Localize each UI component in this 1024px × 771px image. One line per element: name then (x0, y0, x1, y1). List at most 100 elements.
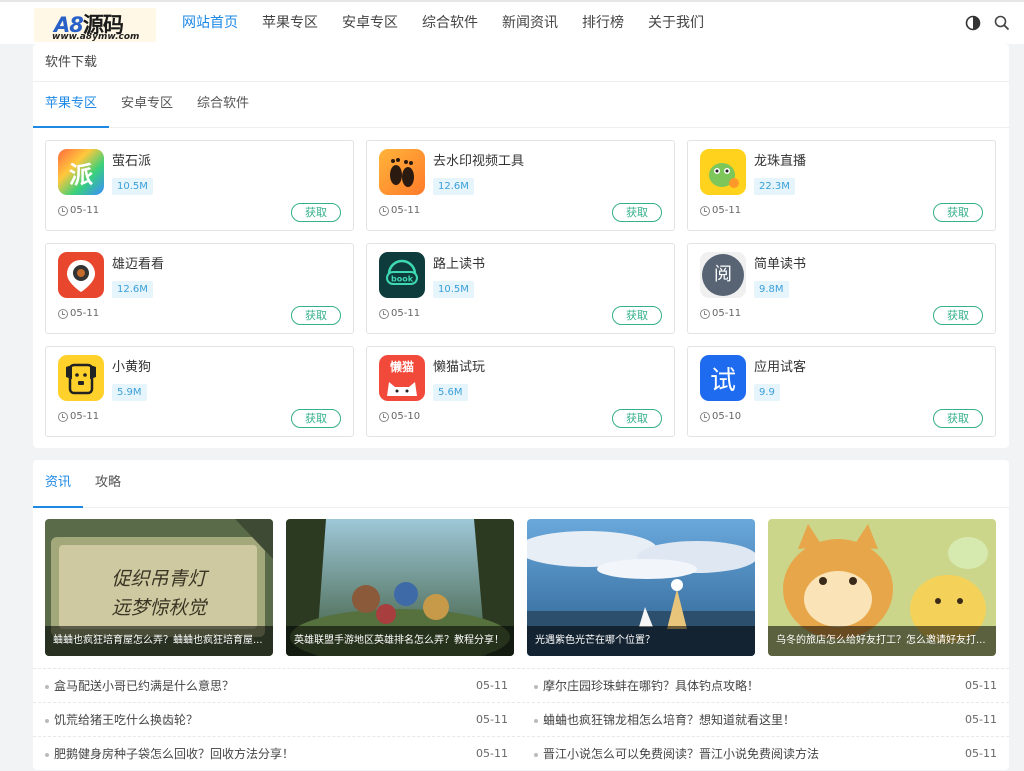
contrast-icon[interactable] (965, 15, 981, 31)
list-item[interactable]: 肥鹅健身房种子袋怎么回收？回收方法分享！ 05-11 (33, 736, 520, 770)
news-date: 05-11 (965, 713, 997, 726)
news-date: 05-11 (965, 679, 997, 692)
app-size: 9.9 (754, 384, 780, 401)
read-icon: 阅 (700, 252, 746, 298)
svg-text:远梦惊秋觉: 远梦惊秋觉 (111, 597, 208, 619)
app-date: 05-11 (379, 308, 420, 319)
app-name[interactable]: 路上读书 (433, 253, 485, 272)
app-size: 5.9M (112, 384, 147, 401)
app-name[interactable]: 去水印视频工具 (433, 150, 524, 169)
get-button[interactable]: 获取 (291, 203, 341, 222)
app-size: 12.6M (433, 178, 474, 195)
tab-apple[interactable]: 苹果专区 (33, 82, 110, 128)
app-card[interactable]: 试 应用试客 9.9 05-10 获取 (687, 346, 996, 437)
panel-title: 软件下载 (33, 44, 1009, 82)
dragon-icon (700, 149, 746, 195)
app-card[interactable]: 小黄狗 5.9M 05-11 获取 (45, 346, 354, 437)
software-panel: 软件下载 苹果专区 安卓专区 综合软件 派 萤石派 10.5M 05-11 获取… (33, 44, 1009, 448)
get-button[interactable]: 获取 (933, 203, 983, 222)
top-header: A8源码 www.a8ymw.com 网站首页 苹果专区 安卓专区 综合软件 新… (0, 0, 1024, 44)
clock-icon (700, 411, 710, 422)
app-size: 10.5M (112, 178, 153, 195)
app-card[interactable]: 阅 简单读书 9.8M 05-11 获取 (687, 243, 996, 334)
app-name[interactable]: 应用试客 (754, 356, 806, 375)
app-card[interactable]: 派 萤石派 10.5M 05-11 获取 (45, 140, 354, 231)
app-card[interactable]: book 路上读书 10.5M 05-11 获取 (366, 243, 675, 334)
app-date: 05-11 (58, 411, 99, 422)
app-name[interactable]: 小黄狗 (112, 356, 151, 375)
tab-android[interactable]: 安卓专区 (109, 82, 185, 127)
get-button[interactable]: 获取 (612, 409, 662, 428)
list-item[interactable]: 晋江小说怎么可以免费阅读？晋江小说免费阅读方法 05-11 (522, 736, 1009, 770)
svg-text:促织吊青灯: 促织吊青灯 (111, 568, 209, 590)
list-item[interactable]: 蛐蛐也疯狂锦龙相怎么培育？想知道就看这里！ 05-11 (522, 702, 1009, 736)
news-title[interactable]: 晋江小说怎么可以免费阅读？晋江小说免费阅读方法 (543, 737, 819, 771)
tab-news[interactable]: 资讯 (33, 460, 84, 508)
app-name[interactable]: 懒猫试玩 (433, 356, 485, 375)
get-button[interactable]: 获取 (612, 306, 662, 325)
get-button[interactable]: 获取 (291, 306, 341, 325)
news-caption[interactable]: 英雄联盟手游地区英雄排名怎么弄？教程分享！ (286, 626, 514, 656)
tab-software[interactable]: 综合软件 (185, 82, 261, 127)
nav-ranking[interactable]: 排行榜 (570, 2, 636, 46)
app-card[interactable]: 龙珠直播 22.3M 05-11 获取 (687, 140, 996, 231)
list-item[interactable]: 摩尔庄园珍珠蚌在哪钓？具体钓点攻略！ 05-11 (522, 668, 1009, 702)
app-date: 05-11 (58, 205, 99, 216)
app-name[interactable]: 简单读书 (754, 253, 806, 272)
app-card[interactable]: 去水印视频工具 12.6M 05-11 获取 (366, 140, 675, 231)
clock-icon (700, 205, 710, 216)
news-card[interactable]: 乌冬的旅店怎么给好友打工？怎么邀请好友打... (768, 519, 996, 656)
list-item[interactable]: 饥荒给猪王吃什么换齿轮？ 05-11 (33, 702, 520, 736)
get-button[interactable]: 获取 (612, 203, 662, 222)
nav-home[interactable]: 网站首页 (170, 2, 250, 46)
news-card[interactable]: 英雄联盟手游地区英雄排名怎么弄？教程分享！ (286, 519, 514, 656)
get-button[interactable]: 获取 (933, 409, 983, 428)
featured-news: 促织吊青灯 远梦惊秋觉 蛐蛐也疯狂培育屋怎么弄？蛐蛐也疯狂培育屋... 英雄联盟… (45, 519, 997, 656)
news-title[interactable]: 摩尔庄园珍珠蚌在哪钓？具体钓点攻略！ (543, 669, 759, 703)
news-tabs: 资讯 攻略 (33, 460, 1009, 508)
nav-software[interactable]: 综合软件 (410, 2, 490, 46)
news-title[interactable]: 蛐蛐也疯狂锦龙相怎么培育？想知道就看这里！ (543, 703, 795, 737)
list-item[interactable]: 盒马配送小哥已约满是什么意思？ 05-11 (33, 668, 520, 702)
app-name[interactable]: 雄迈看看 (112, 253, 164, 272)
app-date: 05-11 (379, 205, 420, 216)
news-date: 05-11 (476, 747, 508, 760)
footprint-icon (379, 149, 425, 195)
nav-about[interactable]: 关于我们 (636, 2, 716, 46)
萤石派-icon: 派 (58, 149, 104, 195)
bullet-icon (45, 685, 49, 689)
app-date: 05-11 (58, 308, 99, 319)
clock-icon (379, 308, 389, 319)
bullet-icon (534, 719, 538, 723)
tab-guides[interactable]: 攻略 (83, 460, 133, 507)
nav-apple[interactable]: 苹果专区 (250, 2, 330, 46)
news-caption[interactable]: 乌冬的旅店怎么给好友打工？怎么邀请好友打... (768, 626, 996, 656)
bullet-icon (534, 685, 538, 689)
app-card[interactable]: 雄迈看看 12.6M 05-11 获取 (45, 243, 354, 334)
search-icon[interactable] (994, 15, 1010, 31)
clock-icon (379, 411, 389, 422)
site-logo[interactable]: A8源码 www.a8ymw.com (34, 8, 156, 42)
news-card[interactable]: 促织吊青灯 远梦惊秋觉 蛐蛐也疯狂培育屋怎么弄？蛐蛐也疯狂培育屋... (45, 519, 273, 656)
main-nav: 网站首页 苹果专区 安卓专区 综合软件 新闻资讯 排行榜 关于我们 (170, 2, 716, 46)
clock-icon (379, 205, 389, 216)
app-card[interactable]: 懒猫 懒猫试玩 5.6M 05-10 获取 (366, 346, 675, 437)
svg-text:book: book (391, 275, 414, 284)
app-name[interactable]: 萤石派 (112, 150, 151, 169)
news-caption[interactable]: 蛐蛐也疯狂培育屋怎么弄？蛐蛐也疯狂培育屋... (45, 626, 273, 656)
news-title[interactable]: 饥荒给猪王吃什么换齿轮？ (54, 703, 198, 737)
news-title[interactable]: 肥鹅健身房种子袋怎么回收？回收方法分享！ (54, 737, 294, 771)
book-icon: book (379, 252, 425, 298)
get-button[interactable]: 获取 (291, 409, 341, 428)
nav-news[interactable]: 新闻资讯 (490, 2, 570, 46)
get-button[interactable]: 获取 (933, 306, 983, 325)
logo-url: www.a8ymw.com (52, 32, 140, 42)
app-date: 05-11 (700, 205, 741, 216)
software-tabs: 苹果专区 安卓专区 综合软件 (33, 82, 1009, 128)
news-caption[interactable]: 光遇紫色光芒在哪个位置？ (527, 626, 755, 656)
nav-android[interactable]: 安卓专区 (330, 2, 410, 46)
app-name[interactable]: 龙珠直播 (754, 150, 806, 169)
news-card[interactable]: 光遇紫色光芒在哪个位置？ (527, 519, 755, 656)
news-date: 05-11 (965, 747, 997, 760)
news-title[interactable]: 盒马配送小哥已约满是什么意思？ (54, 669, 234, 703)
